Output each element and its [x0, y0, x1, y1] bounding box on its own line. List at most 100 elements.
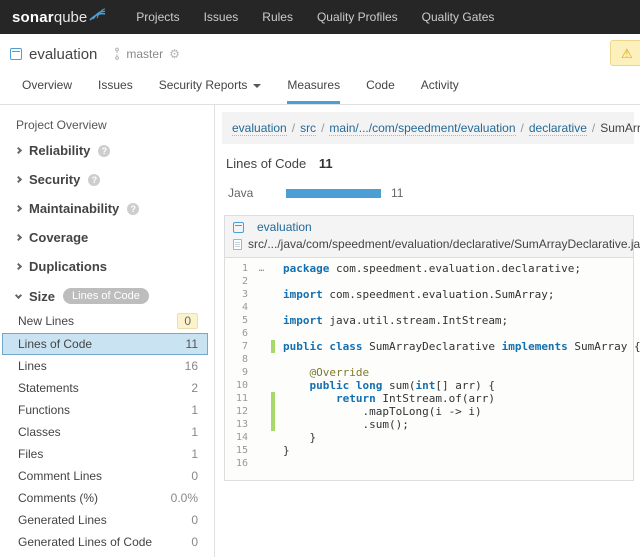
breadcrumb-item-src[interactable]: src: [300, 121, 316, 136]
sidebar-section-header-reliability[interactable]: Reliability?: [0, 138, 214, 163]
chevron-down-icon: [253, 84, 261, 88]
line-number[interactable]: 12: [225, 406, 253, 417]
line-number[interactable]: 15: [225, 445, 253, 456]
code-text: }: [275, 444, 290, 457]
line-number[interactable]: 14: [225, 432, 253, 443]
content-area: Project Overview Reliability? Security? Ma…: [0, 105, 640, 557]
sidebar-metric-statements[interactable]: Statements2: [2, 377, 208, 399]
breadcrumb-item-evaluation[interactable]: evaluation: [232, 121, 287, 136]
sonarqube-logo[interactable]: sonarqube: [12, 9, 106, 26]
topnav-item-projects[interactable]: Projects: [136, 10, 179, 24]
tab-security-reports[interactable]: Security Reports: [159, 78, 262, 104]
line-number[interactable]: 6: [225, 328, 253, 339]
section-label: Coverage: [29, 230, 88, 245]
project-name-link[interactable]: evaluation: [29, 46, 97, 63]
scm-info[interactable]: …: [253, 264, 271, 274]
topnav-item-quality-gates[interactable]: Quality Gates: [422, 10, 495, 24]
logo-swoosh-icon: [89, 8, 106, 21]
help-icon[interactable]: ?: [98, 145, 110, 157]
sidebar-metric-files[interactable]: Files1: [2, 443, 208, 465]
gear-icon[interactable]: ⚙: [169, 47, 180, 61]
tab-code[interactable]: Code: [366, 78, 395, 104]
analysis-warning-badge[interactable]: ⚠ L: [610, 40, 640, 66]
sidebar-section-header-size[interactable]: Size Lines of Code: [0, 283, 214, 309]
topnav-item-issues[interactable]: Issues: [204, 10, 239, 24]
line-number[interactable]: 8: [225, 354, 253, 365]
sidebar-section-coverage: Coverage: [0, 225, 214, 250]
code-text: import com.speedment.evaluation.SumArray…: [275, 288, 555, 301]
topnav-items: Projects Issues Rules Quality Profiles Quali…: [136, 10, 518, 24]
section-label: Maintainability: [29, 201, 119, 216]
tab-label: Overview: [22, 78, 72, 92]
line-number[interactable]: 1: [225, 263, 253, 274]
project-icon: [233, 222, 244, 233]
tab-activity[interactable]: Activity: [421, 78, 459, 104]
code-line: 12 .mapToLong(i -> i): [225, 405, 633, 418]
code-line: 11 return IntStream.of(arr): [225, 392, 633, 405]
logo-text-bold: sonar: [12, 9, 54, 26]
sidebar-section-duplications: Duplications: [0, 254, 214, 279]
section-label: Size: [29, 289, 55, 304]
metric-label: Comment Lines: [18, 469, 102, 483]
code-text: .mapToLong(i -> i): [275, 405, 482, 418]
help-icon[interactable]: ?: [88, 174, 100, 186]
metric-value: 16: [185, 359, 198, 373]
line-number[interactable]: 2: [225, 276, 253, 287]
metric-label: Generated Lines of Code: [18, 535, 152, 549]
sidebar-metric-comment-lines[interactable]: Comment Lines0: [2, 465, 208, 487]
sidebar-section-header-duplications[interactable]: Duplications: [0, 254, 214, 279]
sidebar-project-overview-link[interactable]: Project Overview: [0, 118, 214, 132]
sidebar-metric-new-lines[interactable]: New Lines0: [2, 309, 208, 333]
help-icon[interactable]: ?: [127, 203, 139, 215]
topnav-item-rules[interactable]: Rules: [262, 10, 293, 24]
language-value: 11: [391, 186, 403, 200]
topnav-item-quality-profiles[interactable]: Quality Profiles: [317, 10, 398, 24]
metric-label: Comments (%): [18, 491, 98, 505]
sidebar-section-header-security[interactable]: Security?: [0, 167, 214, 192]
code-text: public long sum(int[] arr) {: [275, 379, 495, 392]
tab-overview[interactable]: Overview: [22, 78, 72, 104]
code-line: 14 }: [225, 431, 633, 444]
code-line: 6: [225, 327, 633, 340]
code-line: 3 import com.speedment.evaluation.SumArra…: [225, 288, 633, 301]
measures-sidebar: Project Overview Reliability? Security? Ma…: [0, 105, 215, 557]
metric-label: Files: [18, 447, 43, 461]
sidebar-metric-generated-lines-of-code[interactable]: Generated Lines of Code0: [2, 531, 208, 553]
sidebar-metric-generated-lines[interactable]: Generated Lines0: [2, 509, 208, 531]
code-header-project-link[interactable]: evaluation: [257, 219, 312, 236]
line-number[interactable]: 11: [225, 393, 253, 404]
chevron-down-icon: [15, 291, 22, 298]
sidebar-section-header-coverage[interactable]: Coverage: [0, 225, 214, 250]
line-number[interactable]: 5: [225, 315, 253, 326]
line-number[interactable]: 13: [225, 419, 253, 430]
sidebar-metric-comments[interactable]: Comments (%) 0.0%: [2, 487, 208, 509]
selected-metric-badge: Lines of Code: [63, 288, 149, 304]
breadcrumb-item-main-com-speedment-evaluation[interactable]: main/.../com/speedment/evaluation: [329, 121, 515, 136]
tab-label: Code: [366, 78, 395, 92]
line-number[interactable]: 16: [225, 458, 253, 469]
line-number[interactable]: 10: [225, 380, 253, 391]
line-number[interactable]: 3: [225, 289, 253, 300]
section-label: Duplications: [29, 259, 107, 274]
line-number[interactable]: 7: [225, 341, 253, 352]
metric-label: Functions: [18, 403, 70, 417]
tab-measures[interactable]: Measures: [287, 78, 340, 104]
metric-value: 0.0%: [171, 491, 198, 505]
breadcrumb-item-declarative[interactable]: declarative: [529, 121, 587, 136]
line-number[interactable]: 4: [225, 302, 253, 313]
language-bar-row: Java11: [222, 186, 634, 200]
sidebar-metric-classes[interactable]: Classes1: [2, 421, 208, 443]
coverage-indicator: [271, 275, 275, 288]
metric-value: 11: [186, 337, 198, 351]
sidebar-metric-lines-of-code[interactable]: Lines of Code11: [2, 333, 208, 355]
code-viewer: evaluation src/.../java/com/speedment/ev…: [224, 215, 634, 481]
code-text: public class SumArrayDeclarative impleme…: [275, 340, 640, 353]
sidebar-metric-lines[interactable]: Lines16: [2, 355, 208, 377]
coverage-indicator: [271, 353, 275, 366]
sidebar-metric-functions[interactable]: Functions1: [2, 399, 208, 421]
sidebar-section-header-maintainability[interactable]: Maintainability?: [0, 196, 214, 221]
tab-issues[interactable]: Issues: [98, 78, 133, 104]
line-number[interactable]: 9: [225, 367, 253, 378]
breadcrumb-separator: /: [321, 121, 324, 135]
code-line: 7public class SumArrayDeclarative implem…: [225, 340, 633, 353]
